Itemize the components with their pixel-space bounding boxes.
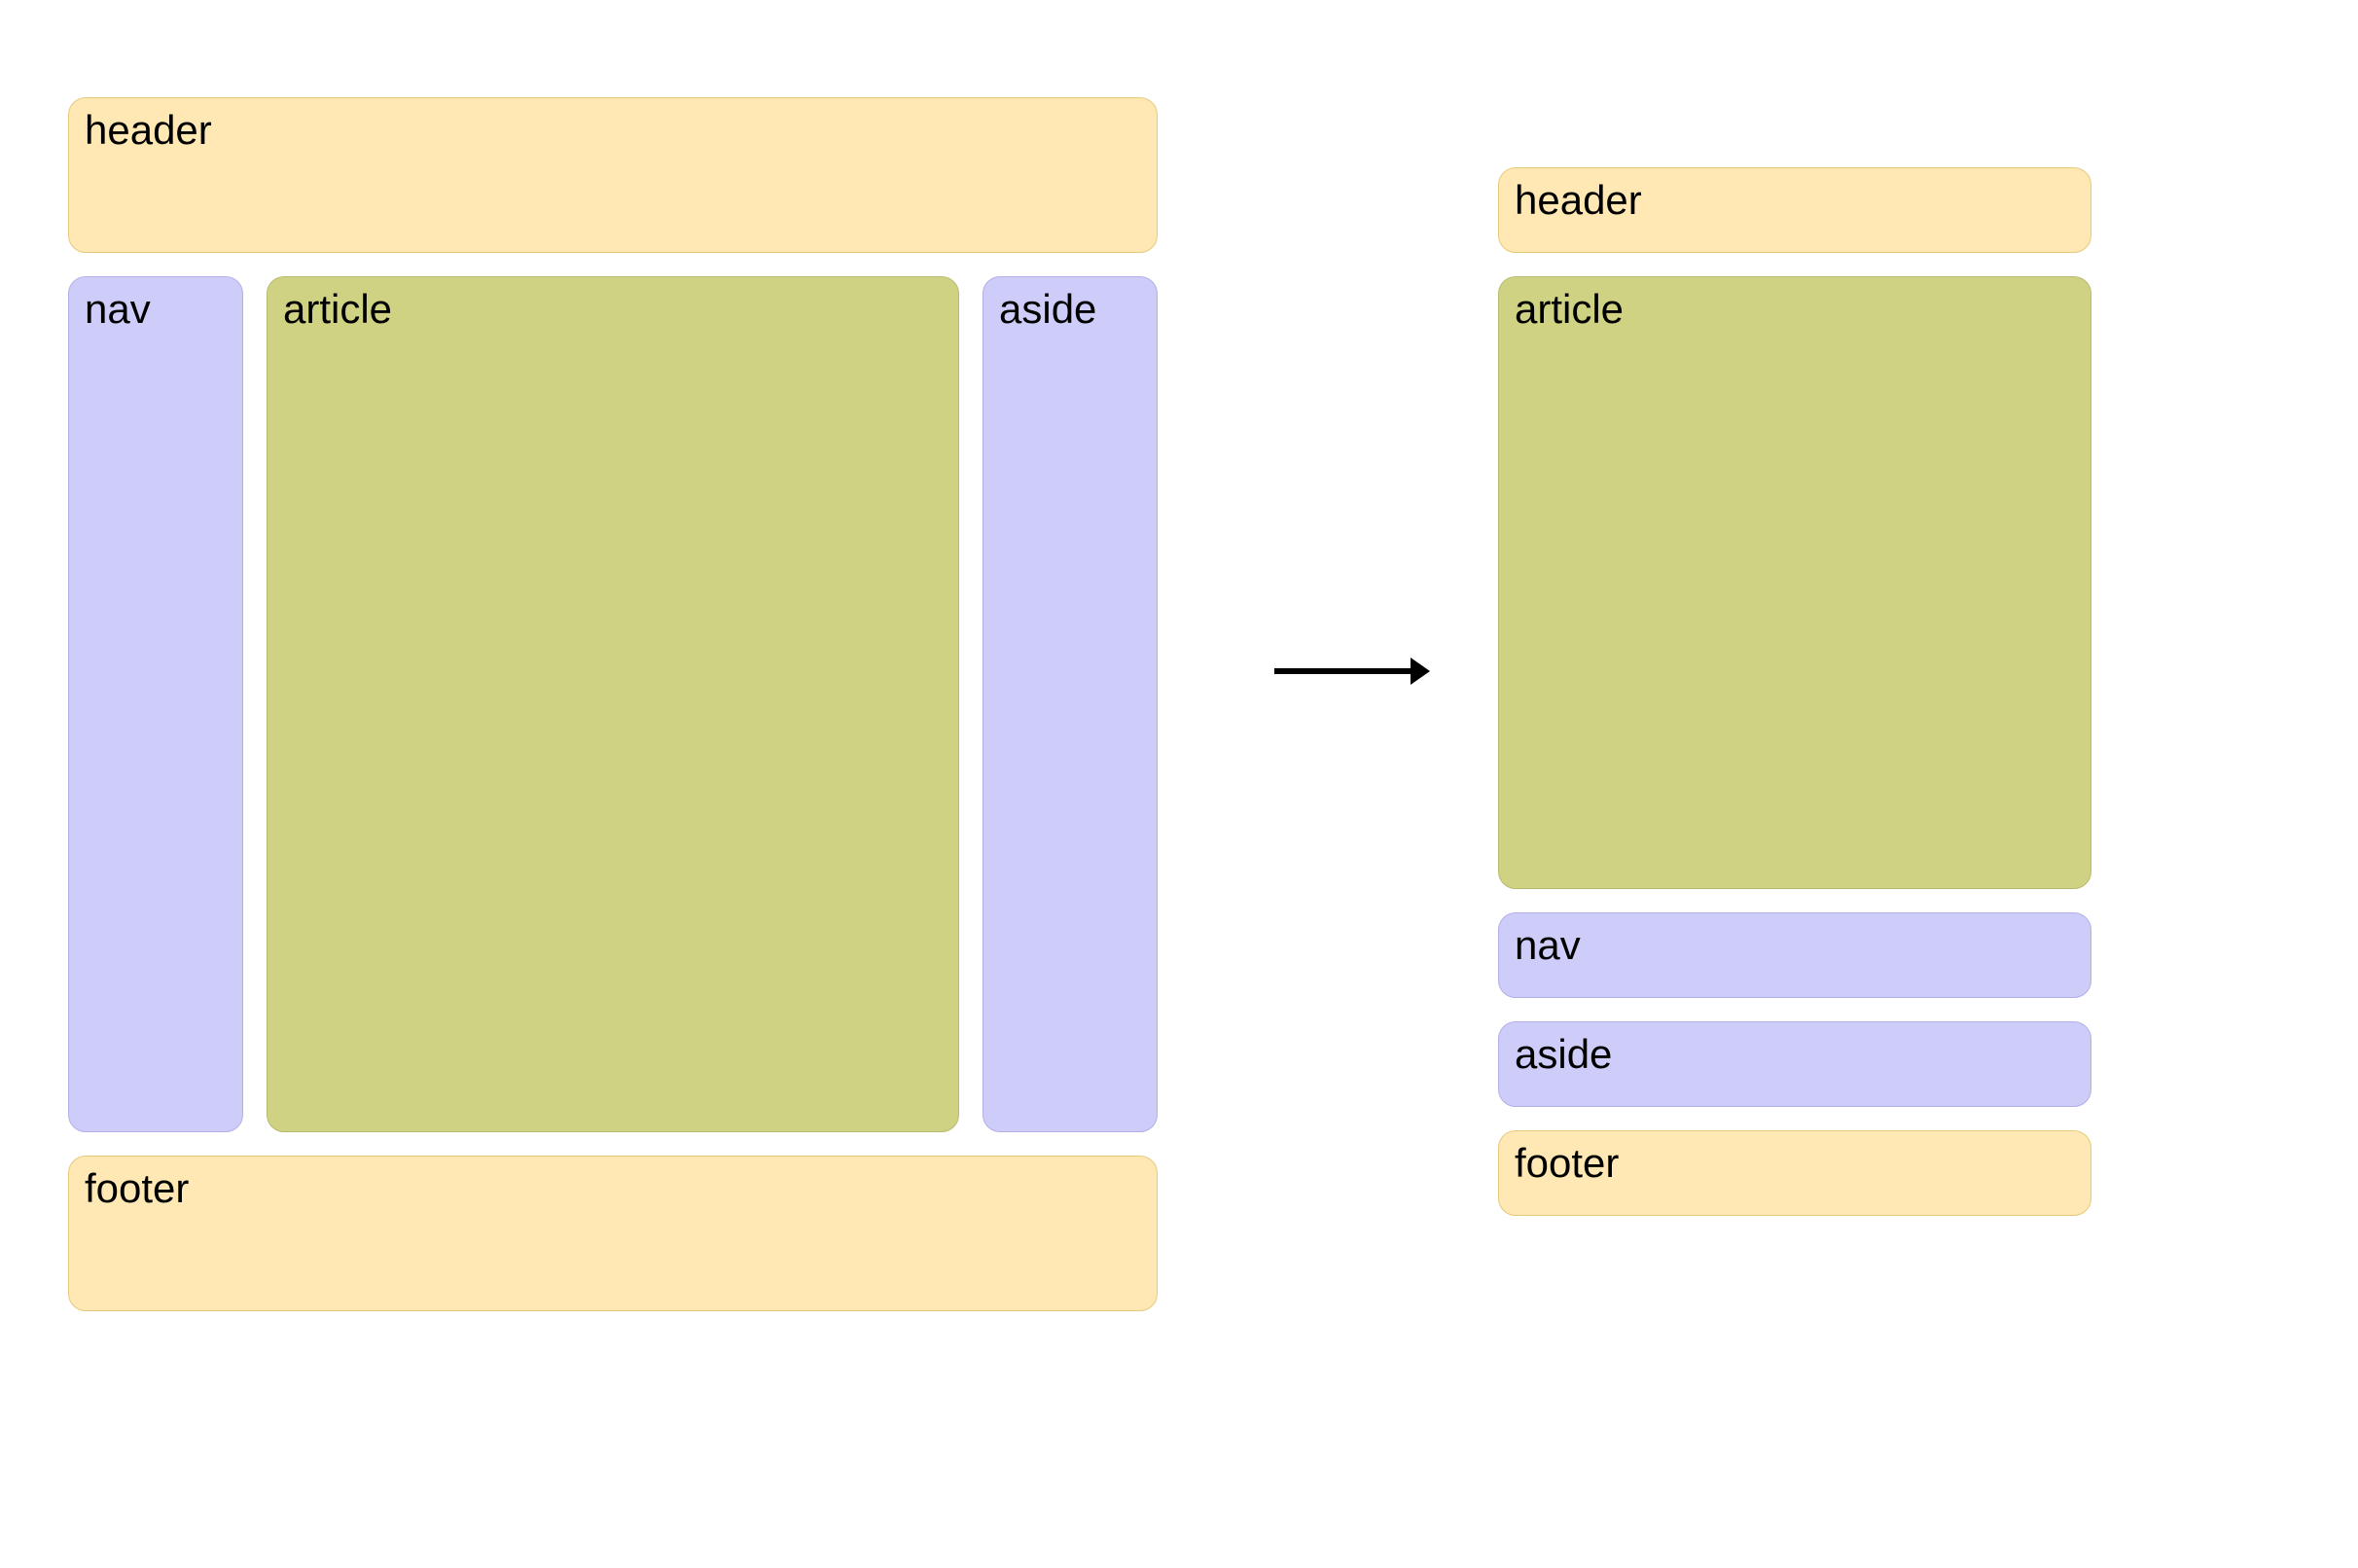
narrow-footer-block: footer <box>1498 1130 2091 1216</box>
narrow-nav-block: nav <box>1498 912 2091 998</box>
layout-diagram: header nav article aside footer header <box>68 97 2286 1459</box>
wide-aside-block: aside <box>982 276 1158 1132</box>
narrow-aside-block: aside <box>1498 1021 2091 1107</box>
narrow-article-label: article <box>1515 286 1624 332</box>
wide-middle-row: nav article aside <box>68 276 1158 1132</box>
narrow-header-block: header <box>1498 167 2091 253</box>
narrow-nav-label: nav <box>1515 922 1581 968</box>
wide-header-block: header <box>68 97 1158 253</box>
narrow-aside-label: aside <box>1515 1031 1612 1077</box>
narrow-footer-label: footer <box>1515 1140 1619 1186</box>
narrow-layout: header article nav aside footer <box>1498 167 2091 1239</box>
wide-footer-label: footer <box>85 1165 189 1211</box>
wide-article-label: article <box>283 286 392 332</box>
wide-nav-label: nav <box>85 286 151 332</box>
wide-article-block: article <box>267 276 959 1132</box>
wide-header-label: header <box>85 107 212 153</box>
wide-layout: header nav article aside footer <box>68 97 1158 1311</box>
narrow-header-label: header <box>1515 177 1642 223</box>
wide-nav-block: nav <box>68 276 243 1132</box>
wide-footer-block: footer <box>68 1156 1158 1311</box>
narrow-article-block: article <box>1498 276 2091 889</box>
wide-aside-label: aside <box>999 286 1096 332</box>
arrow-icon <box>1274 652 1430 691</box>
